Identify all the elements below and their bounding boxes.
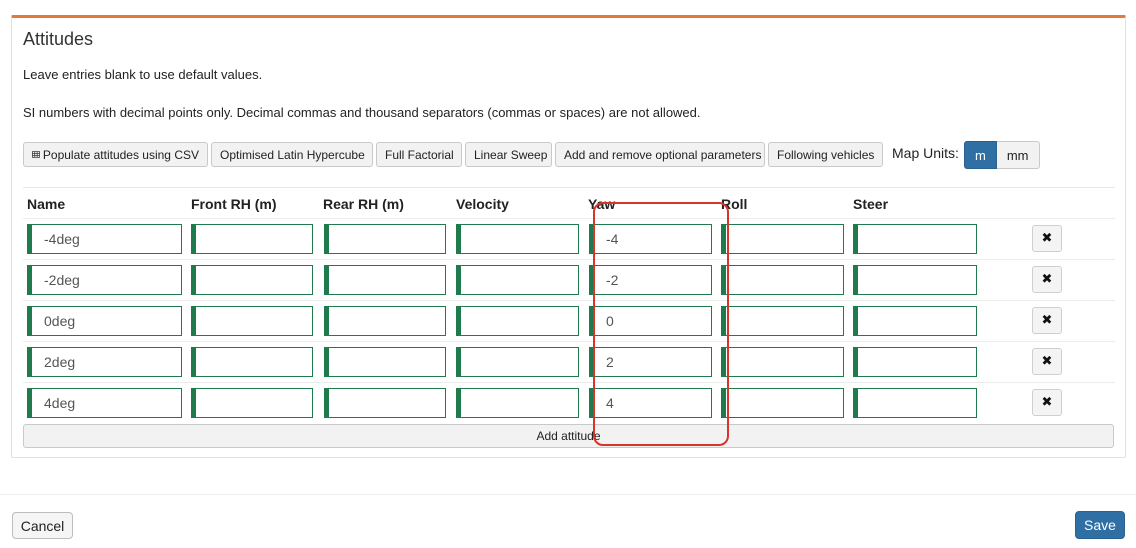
map-units-toggle: m mm	[964, 141, 1040, 169]
front-rh-input[interactable]	[191, 224, 313, 254]
table-top-divider	[23, 187, 1115, 188]
linear-sweep-button[interactable]: Linear Sweep	[465, 142, 552, 167]
steer-input[interactable]	[853, 388, 977, 418]
close-icon: ✖	[1041, 395, 1053, 410]
close-icon: ✖	[1041, 272, 1053, 287]
front-rh-input[interactable]	[191, 347, 313, 377]
units-m-button[interactable]: m	[964, 141, 997, 169]
footer-divider	[0, 494, 1136, 495]
full-factorial-button[interactable]: Full Factorial	[376, 142, 462, 167]
optional-parameters-button[interactable]: Add and remove optional parameters	[555, 142, 765, 167]
table-grid-icon	[32, 151, 40, 158]
velocity-input[interactable]	[456, 388, 579, 418]
delete-row-button[interactable]: ✖	[1032, 389, 1062, 416]
header-rear-rh: Rear RH (m)	[323, 196, 404, 212]
close-icon: ✖	[1041, 354, 1053, 369]
row-divider	[23, 218, 1115, 219]
yaw-input[interactable]	[589, 347, 712, 377]
toolbar: Populate attitudes using CSV Optimised L…	[23, 142, 886, 167]
name-input[interactable]	[27, 388, 182, 418]
rear-rh-input[interactable]	[324, 265, 446, 295]
row-divider	[23, 341, 1115, 342]
header-steer: Steer	[853, 196, 889, 212]
rear-rh-input[interactable]	[324, 347, 446, 377]
rear-rh-input[interactable]	[324, 224, 446, 254]
rear-rh-input[interactable]	[324, 306, 446, 336]
yaw-input[interactable]	[589, 224, 712, 254]
populate-csv-button[interactable]: Populate attitudes using CSV	[23, 142, 208, 167]
following-vehicles-button[interactable]: Following vehicles	[768, 142, 883, 167]
row-divider	[23, 382, 1115, 383]
name-input[interactable]	[27, 306, 182, 336]
steer-input[interactable]	[853, 306, 977, 336]
name-input[interactable]	[27, 224, 182, 254]
panel-title: Attitudes	[23, 29, 94, 49]
header-yaw: Yaw	[588, 196, 616, 212]
steer-input[interactable]	[853, 347, 977, 377]
front-rh-input[interactable]	[191, 388, 313, 418]
delete-row-button[interactable]: ✖	[1032, 348, 1062, 375]
velocity-input[interactable]	[456, 224, 579, 254]
roll-input[interactable]	[721, 347, 844, 377]
delete-row-button[interactable]: ✖	[1032, 266, 1062, 293]
steer-input[interactable]	[853, 224, 977, 254]
front-rh-input[interactable]	[191, 306, 313, 336]
delete-row-button[interactable]: ✖	[1032, 307, 1062, 334]
help-text-number-format: SI numbers with decimal points only. Dec…	[23, 105, 701, 120]
name-input[interactable]	[27, 265, 182, 295]
roll-input[interactable]	[721, 306, 844, 336]
roll-input[interactable]	[721, 224, 844, 254]
velocity-input[interactable]	[456, 265, 579, 295]
header-front-rh: Front RH (m)	[191, 196, 277, 212]
delete-row-button[interactable]: ✖	[1032, 225, 1062, 252]
cancel-button[interactable]: Cancel	[12, 512, 73, 539]
save-button[interactable]: Save	[1075, 511, 1125, 539]
rear-rh-input[interactable]	[324, 388, 446, 418]
yaw-input[interactable]	[589, 265, 712, 295]
populate-csv-label: Populate attitudes using CSV	[42, 147, 199, 162]
attitudes-panel: Attitudes Leave entries blank to use def…	[11, 15, 1126, 458]
roll-input[interactable]	[721, 388, 844, 418]
velocity-input[interactable]	[456, 306, 579, 336]
name-input[interactable]	[27, 347, 182, 377]
header-name: Name	[27, 196, 66, 212]
steer-input[interactable]	[853, 265, 977, 295]
velocity-input[interactable]	[456, 347, 579, 377]
header-velocity: Velocity	[456, 196, 509, 212]
row-divider	[23, 259, 1115, 260]
close-icon: ✖	[1041, 231, 1053, 246]
units-mm-button[interactable]: mm	[996, 141, 1040, 169]
header-roll: Roll	[721, 196, 748, 212]
yaw-input[interactable]	[589, 306, 712, 336]
front-rh-input[interactable]	[191, 265, 313, 295]
help-text-defaults: Leave entries blank to use default value…	[23, 67, 263, 82]
roll-input[interactable]	[721, 265, 844, 295]
yaw-input[interactable]	[589, 388, 712, 418]
map-units-label: Map Units:	[892, 145, 959, 161]
close-icon: ✖	[1041, 313, 1053, 328]
row-divider	[23, 300, 1115, 301]
latin-hypercube-button[interactable]: Optimised Latin Hypercube	[211, 142, 373, 167]
add-attitude-button[interactable]: Add attitude	[23, 424, 1114, 448]
